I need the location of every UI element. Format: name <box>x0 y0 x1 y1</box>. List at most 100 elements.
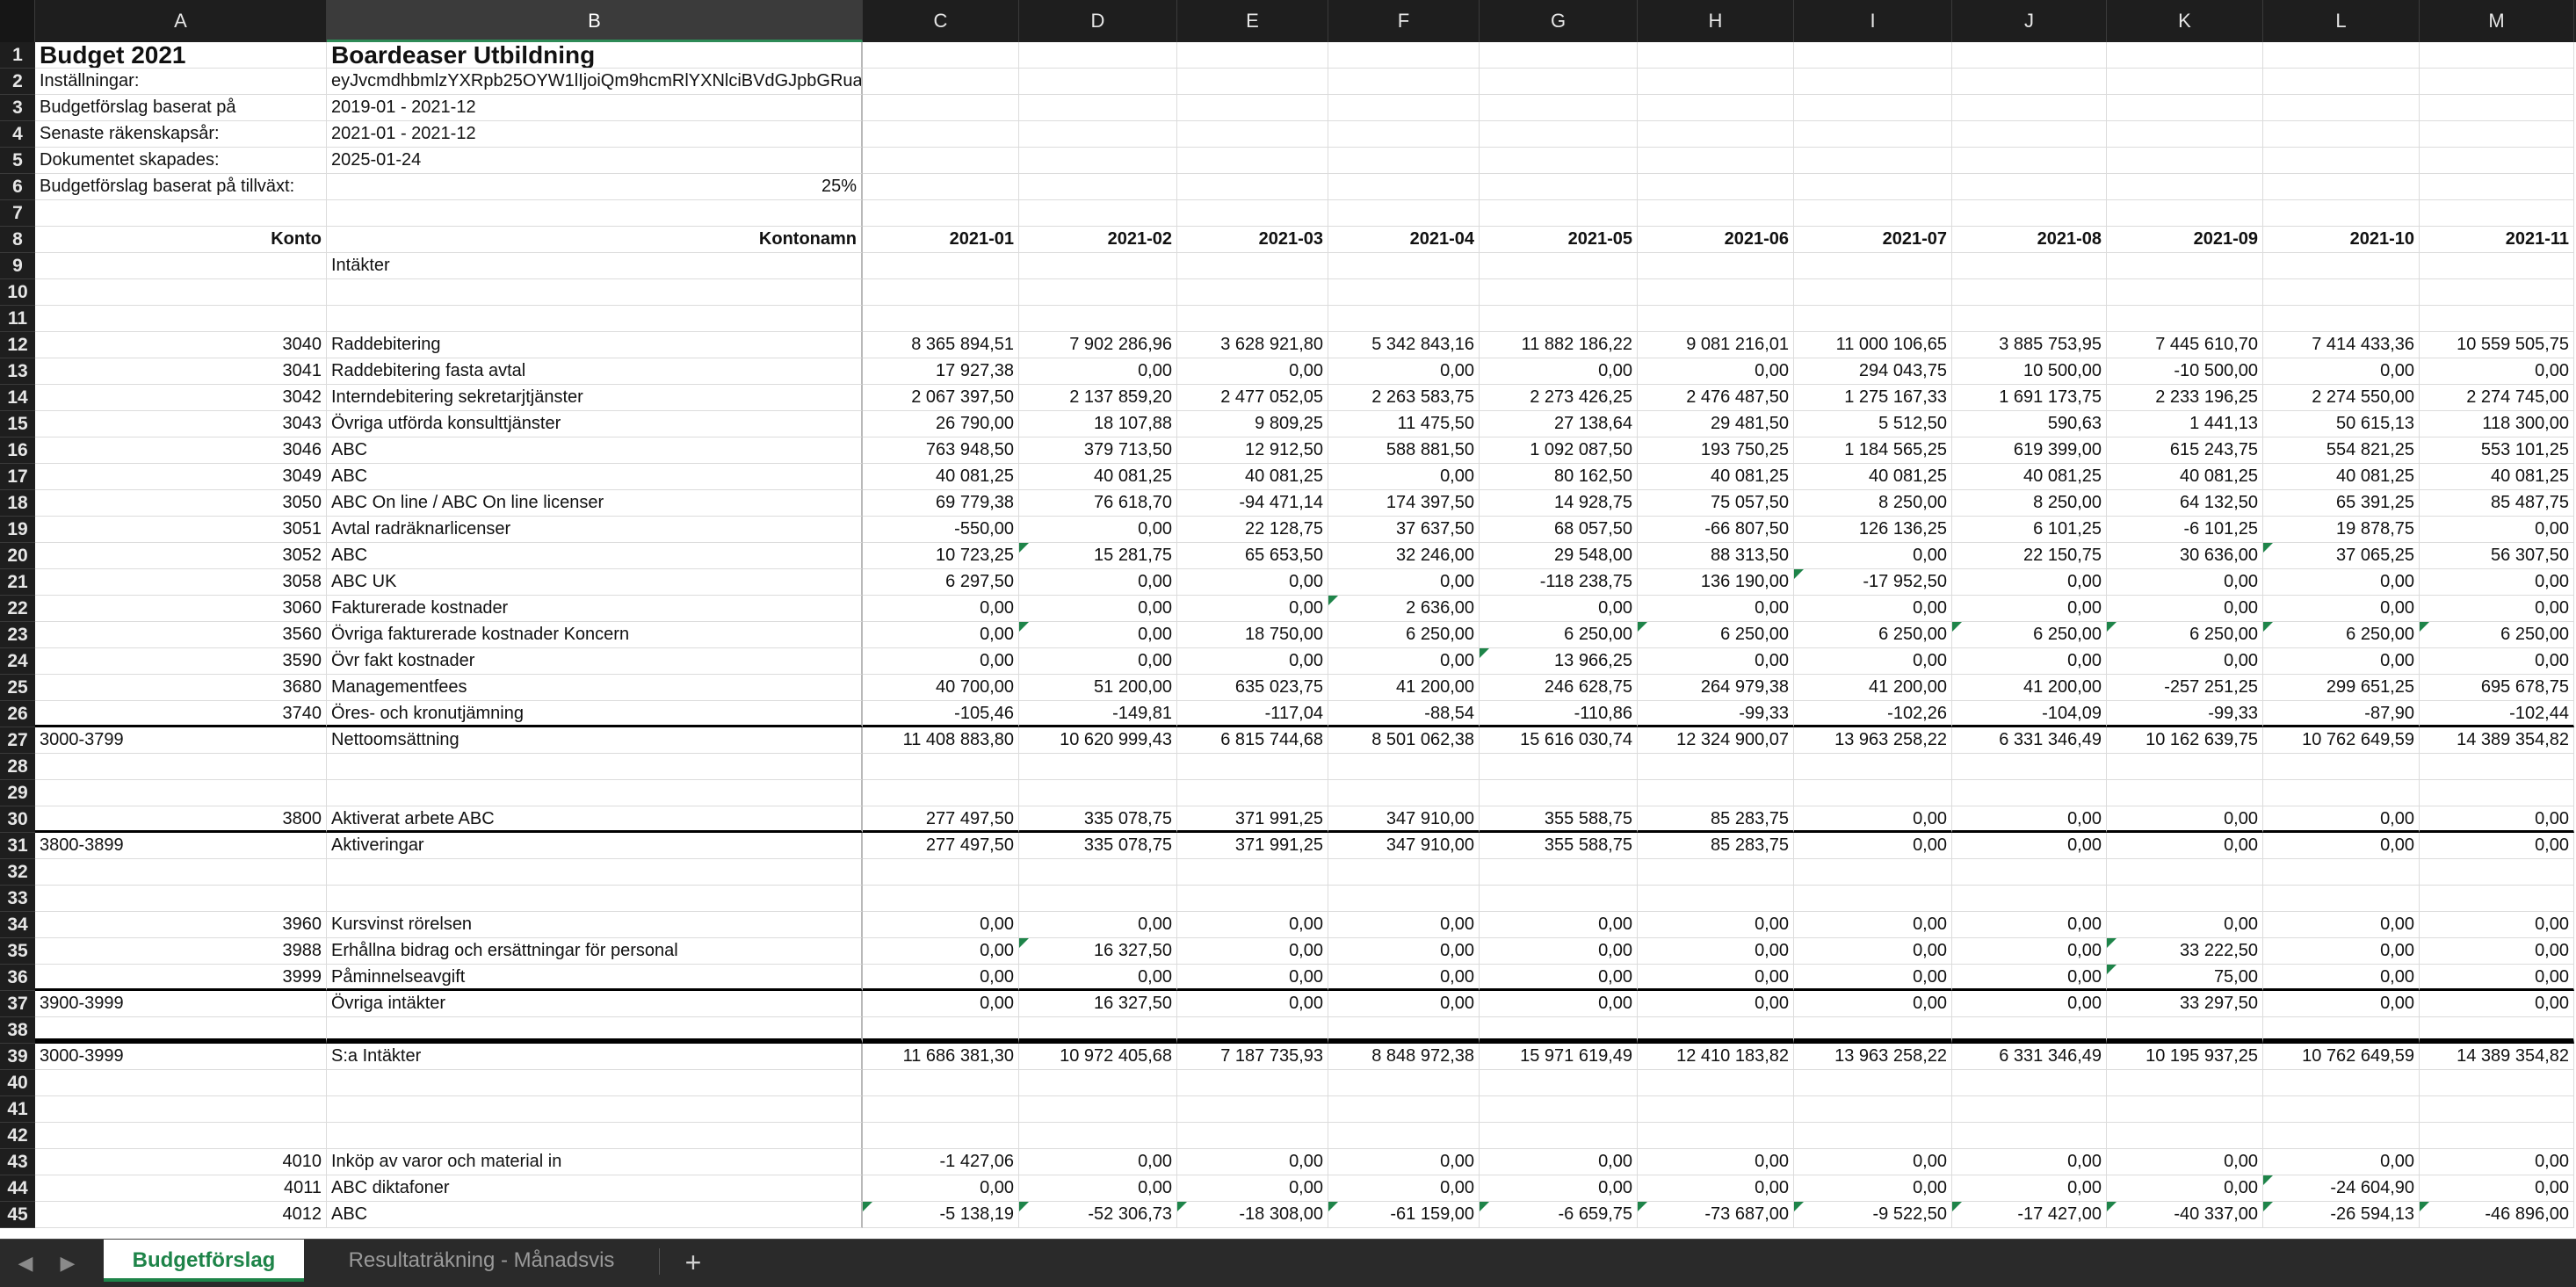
column-header-b[interactable]: B <box>327 0 863 42</box>
cell-a44[interactable]: 4011 <box>35 1175 327 1202</box>
cell-e24[interactable]: 0,00 <box>1177 648 1328 675</box>
cell-l3[interactable] <box>2263 95 2420 121</box>
cell-f16[interactable]: 588 881,50 <box>1328 437 1480 464</box>
cell-d28[interactable] <box>1019 754 1177 780</box>
cell-e15[interactable]: 9 809,25 <box>1177 411 1328 437</box>
cell-b44[interactable]: ABC diktafoner <box>327 1175 863 1202</box>
cell-i17[interactable]: 40 081,25 <box>1794 464 1952 490</box>
cell-k42[interactable] <box>2107 1123 2263 1149</box>
cell-i27[interactable]: 13 963 258,22 <box>1794 727 1952 754</box>
cell-f24[interactable]: 0,00 <box>1328 648 1480 675</box>
cell-c43[interactable]: -1 427,06 <box>863 1149 1019 1175</box>
cell-c23[interactable]: 0,00 <box>863 622 1019 648</box>
cell-f43[interactable]: 0,00 <box>1328 1149 1480 1175</box>
cell-d21[interactable]: 0,00 <box>1019 569 1177 596</box>
row-header[interactable]: 16 <box>0 437 35 464</box>
cell-a20[interactable]: 3052 <box>35 543 327 569</box>
cell-k15[interactable]: 1 441,13 <box>2107 411 2263 437</box>
cell-f32[interactable] <box>1328 859 1480 886</box>
cell-j42[interactable] <box>1952 1123 2107 1149</box>
cell-c16[interactable]: 763 948,50 <box>863 437 1019 464</box>
cell-f38[interactable] <box>1328 1017 1480 1044</box>
cell-a7[interactable] <box>35 200 327 227</box>
cell-c30[interactable]: 277 497,50 <box>863 806 1019 833</box>
cell-g32[interactable] <box>1480 859 1638 886</box>
cell-h40[interactable] <box>1638 1070 1794 1096</box>
cell-i41[interactable] <box>1794 1096 1952 1123</box>
cell-k45[interactable]: -40 337,00 <box>2107 1202 2263 1228</box>
cell-i34[interactable]: 0,00 <box>1794 912 1952 938</box>
cell-j4[interactable] <box>1952 121 2107 148</box>
cell-d24[interactable]: 0,00 <box>1019 648 1177 675</box>
cell-k20[interactable]: 30 636,00 <box>2107 543 2263 569</box>
cell-e25[interactable]: 635 023,75 <box>1177 675 1328 701</box>
cell-c19[interactable]: -550,00 <box>863 517 1019 543</box>
cell-i40[interactable] <box>1794 1070 1952 1096</box>
cell-b24[interactable]: Övr fakt kostnader <box>327 648 863 675</box>
cell-e38[interactable] <box>1177 1017 1328 1044</box>
cell-f15[interactable]: 11 475,50 <box>1328 411 1480 437</box>
cell-i19[interactable]: 126 136,25 <box>1794 517 1952 543</box>
cell-f34[interactable]: 0,00 <box>1328 912 1480 938</box>
cell-h30[interactable]: 85 283,75 <box>1638 806 1794 833</box>
cell-h23[interactable]: 6 250,00 <box>1638 622 1794 648</box>
cell-d18[interactable]: 76 618,70 <box>1019 490 1177 517</box>
cell-l1[interactable] <box>2263 42 2420 69</box>
cell-m25[interactable]: 695 678,75 <box>2420 675 2574 701</box>
row-header[interactable]: 23 <box>0 622 35 648</box>
cell-g10[interactable] <box>1480 279 1638 306</box>
cell-g33[interactable] <box>1480 886 1638 912</box>
cell-a39[interactable]: 3000-3999 <box>35 1044 327 1070</box>
cell-h13[interactable]: 0,00 <box>1638 358 1794 385</box>
cell-m1[interactable] <box>2420 42 2574 69</box>
cell-i13[interactable]: 294 043,75 <box>1794 358 1952 385</box>
cell-m4[interactable] <box>2420 121 2574 148</box>
cell-k1[interactable] <box>2107 42 2263 69</box>
cell-k31[interactable]: 0,00 <box>2107 833 2263 859</box>
cell-g12[interactable]: 11 882 186,22 <box>1480 332 1638 358</box>
cell-h28[interactable] <box>1638 754 1794 780</box>
cell-c18[interactable]: 69 779,38 <box>863 490 1019 517</box>
cell-a38[interactable] <box>35 1017 327 1044</box>
cell-f37[interactable]: 0,00 <box>1328 991 1480 1017</box>
cell-i26[interactable]: -102,26 <box>1794 701 1952 727</box>
cell-g23[interactable]: 6 250,00 <box>1480 622 1638 648</box>
cell-a18[interactable]: 3050 <box>35 490 327 517</box>
cell-b27[interactable]: Nettoomsättning <box>327 727 863 754</box>
cell-b8[interactable]: Kontonamn <box>327 227 863 253</box>
cell-m15[interactable]: 118 300,00 <box>2420 411 2574 437</box>
cell-b19[interactable]: Avtal radräknarlicenser <box>327 517 863 543</box>
row-header[interactable]: 36 <box>0 965 35 991</box>
row-header[interactable]: 4 <box>0 121 35 148</box>
cell-e29[interactable] <box>1177 780 1328 806</box>
cell-i28[interactable] <box>1794 754 1952 780</box>
cell-i1[interactable] <box>1794 42 1952 69</box>
cell-h33[interactable] <box>1638 886 1794 912</box>
cell-b4[interactable]: 2021-01 - 2021-12 <box>327 121 863 148</box>
cell-k25[interactable]: -257 251,25 <box>2107 675 2263 701</box>
cell-a22[interactable]: 3060 <box>35 596 327 622</box>
cell-h5[interactable] <box>1638 148 1794 174</box>
cell-c21[interactable]: 6 297,50 <box>863 569 1019 596</box>
cell-c27[interactable]: 11 408 883,80 <box>863 727 1019 754</box>
cell-c11[interactable] <box>863 306 1019 332</box>
cell-b32[interactable] <box>327 859 863 886</box>
cell-d14[interactable]: 2 137 859,20 <box>1019 385 1177 411</box>
cell-e5[interactable] <box>1177 148 1328 174</box>
cell-j30[interactable]: 0,00 <box>1952 806 2107 833</box>
cell-f2[interactable] <box>1328 69 1480 95</box>
cell-a9[interactable] <box>35 253 327 279</box>
cell-h24[interactable]: 0,00 <box>1638 648 1794 675</box>
next-sheet-icon[interactable]: ▶ <box>54 1250 81 1276</box>
cell-g20[interactable]: 29 548,00 <box>1480 543 1638 569</box>
cell-h19[interactable]: -66 807,50 <box>1638 517 1794 543</box>
cell-j27[interactable]: 6 331 346,49 <box>1952 727 2107 754</box>
cell-j2[interactable] <box>1952 69 2107 95</box>
cell-f27[interactable]: 8 501 062,38 <box>1328 727 1480 754</box>
cell-j16[interactable]: 619 399,00 <box>1952 437 2107 464</box>
cell-j11[interactable] <box>1952 306 2107 332</box>
cell-d22[interactable]: 0,00 <box>1019 596 1177 622</box>
cell-h39[interactable]: 12 410 183,82 <box>1638 1044 1794 1070</box>
cell-e23[interactable]: 18 750,00 <box>1177 622 1328 648</box>
cell-h44[interactable]: 0,00 <box>1638 1175 1794 1202</box>
